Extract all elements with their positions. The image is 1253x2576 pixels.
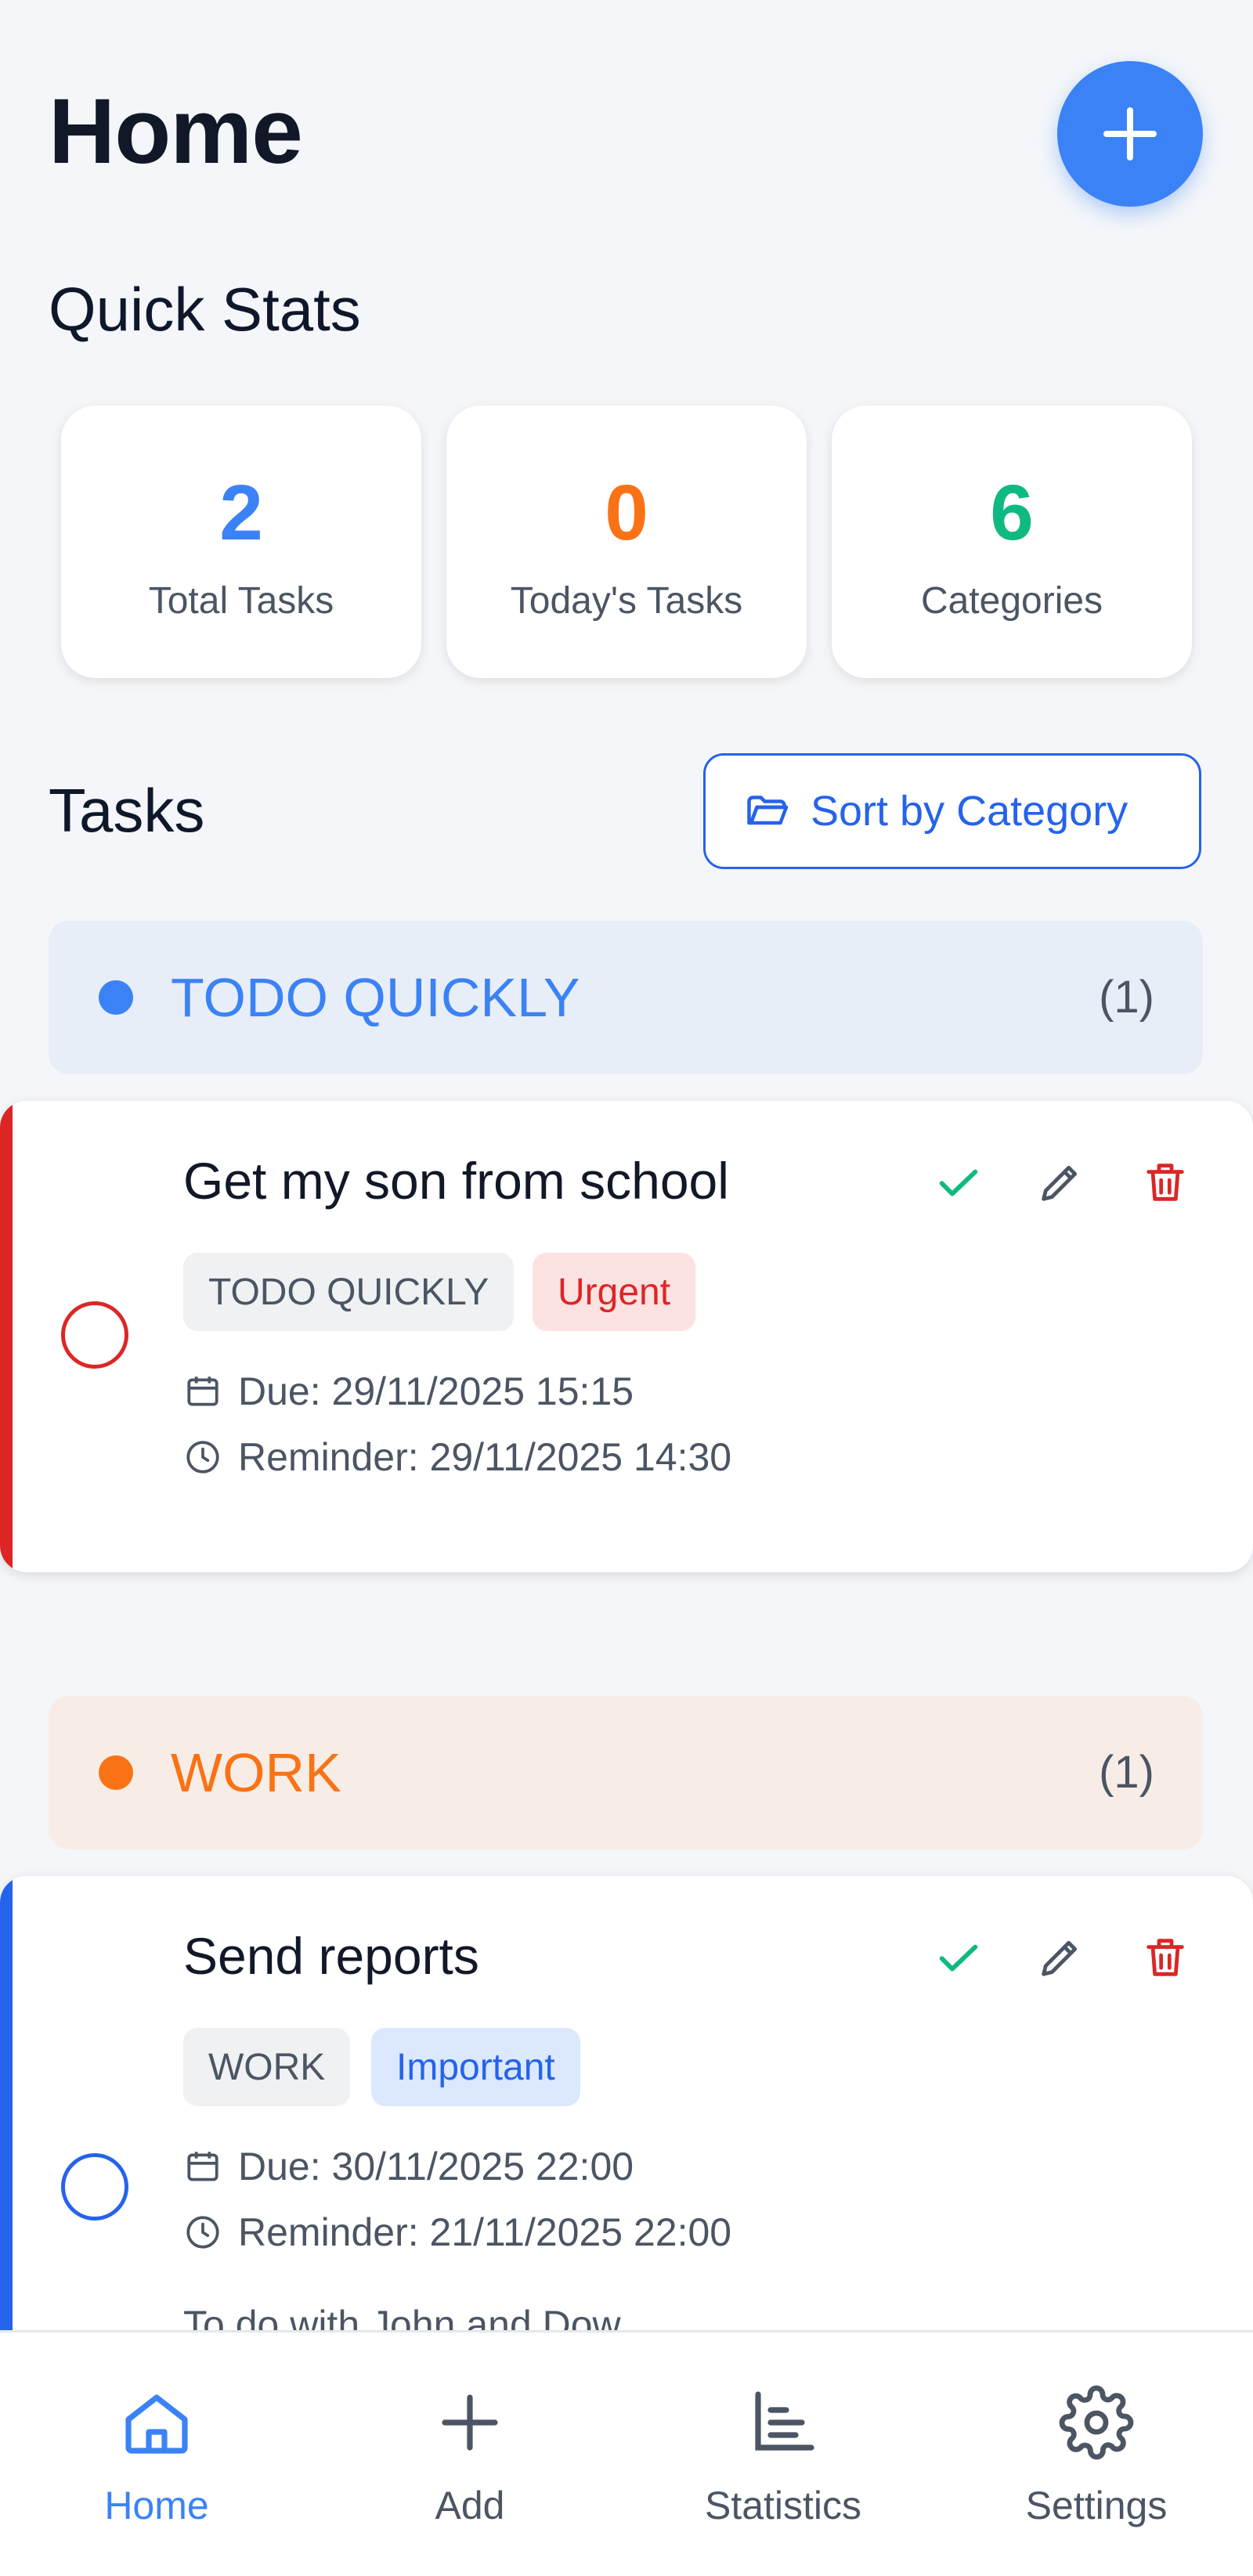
add-task-fab[interactable] [1057,61,1203,207]
category-tag: TODO QUICKLY [183,1253,515,1331]
delete-button[interactable] [1137,1929,1193,1986]
category-name: WORK [171,1742,341,1803]
category-tag: WORK [183,2028,351,2106]
calendar-icon [187,1376,218,1406]
edit-button[interactable] [1032,1929,1089,1986]
category-header-work: WORK (1) [49,1696,1203,1849]
nav-label: Home [104,2484,209,2527]
category-header-todo-quickly: TODO QUICKLY (1) [49,921,1203,1074]
category-count: (1) [1099,972,1154,1023]
stat-value: 2 [219,469,263,557]
category-count: (1) [1099,1747,1154,1798]
category-dot [99,1755,133,1790]
quick-stats-heading: Quick Stats [49,275,361,344]
pencil-icon [1042,1940,1078,1976]
reminder-row: Reminder: 21/11/2025 22:00 [183,2210,731,2255]
nav-item-statistics[interactable]: Statistics [666,2379,901,2528]
page-title: Home [49,80,303,183]
stat-card-total-tasks: 2 Total Tasks [61,406,421,678]
edit-button[interactable] [1032,1154,1089,1210]
stat-label: Total Tasks [148,580,334,622]
complete-button[interactable] [930,1929,987,1986]
task-title: Get my son from school [183,1152,729,1210]
clock-icon [186,1441,219,1474]
due-text: Due: 29/11/2025 15:15 [238,1369,634,1413]
sort-by-category-button[interactable]: Sort by Category [703,753,1201,869]
delete-button[interactable] [1137,1154,1193,1210]
category-dot [99,980,133,1015]
due-row: Due: 30/11/2025 22:00 [183,2144,634,2189]
folder-icon [747,796,789,825]
priority-tag: Urgent [533,1253,696,1331]
nav-item-home[interactable]: Home [39,2379,274,2528]
reminder-row: Reminder: 29/11/2025 14:30 [183,1434,731,1480]
calendar-icon [187,2152,218,2181]
complete-radio[interactable] [61,1301,128,1369]
sort-button-label: Sort by Category [811,788,1128,835]
complete-radio[interactable] [61,2153,128,2221]
check-icon [939,1169,978,1196]
home-icon [125,2394,188,2454]
trash-icon [1146,1939,1184,1976]
due-text: Due: 30/11/2025 22:00 [238,2145,634,2188]
task-title: Send reports [183,1927,479,1985]
status-bar [0,0,1253,63]
gear-icon [1059,2385,1134,2460]
nav-label: Add [435,2484,505,2527]
stat-value: 6 [990,469,1034,557]
stat-label: Today's Tasks [510,580,743,622]
plus-icon [442,2394,498,2451]
nav-item-add[interactable]: Add [352,2379,587,2528]
reminder-text: Reminder: 29/11/2025 14:30 [238,1435,732,1479]
stat-card-categories: 6 Categories [832,406,1192,678]
tasks-heading: Tasks [49,776,205,845]
nav-item-settings[interactable]: Settings [979,2379,1214,2528]
priority-tag: Important [371,2028,580,2106]
check-icon [939,1944,978,1972]
task-card[interactable]: Get my son from school TODO QUICKLY Urge… [0,1101,1253,1572]
complete-button[interactable] [930,1154,987,1210]
stat-label: Categories [920,580,1103,622]
bottom-navigation: Home Add Statistics Settings [0,2330,1253,2576]
reminder-text: Reminder: 21/11/2025 22:00 [238,2210,732,2254]
stat-card-todays-tasks: 0 Today's Tasks [446,406,807,678]
priority-accent-bar [0,1101,13,1572]
stat-value: 0 [605,469,648,557]
bar-chart-icon [755,2391,814,2451]
nav-label: Settings [1025,2484,1168,2527]
pencil-icon [1042,1165,1078,1201]
nav-label: Statistics [704,2484,862,2527]
category-name: TODO QUICKLY [171,967,580,1028]
clock-icon [186,2216,219,2249]
due-row: Due: 29/11/2025 15:15 [183,1369,634,1414]
plus-icon [1103,107,1157,161]
trash-icon [1146,1164,1184,1201]
